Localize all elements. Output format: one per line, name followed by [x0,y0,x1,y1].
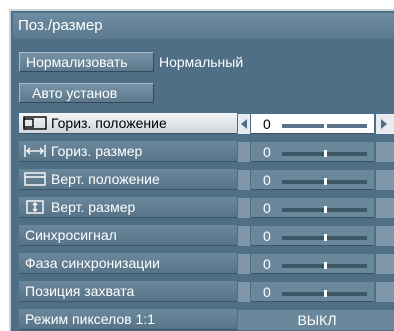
setting-value-slider[interactable]: 0 [251,170,374,190]
setting-value-slider[interactable]: 0 [251,142,374,162]
setting-row[interactable]: Гориз. положение 0 [11,112,394,135]
slider-track[interactable] [282,234,367,241]
vertical-position-icon [23,171,47,186]
setting-value: 0 [263,116,271,132]
slider-track[interactable] [282,290,367,297]
setting-value: 0 [263,144,271,160]
setting-value-slider[interactable]: 0 [251,114,374,134]
vertical-size-icon [23,199,47,214]
setting-label-text: Гориз. размер [51,143,143,159]
auto-setup-row: Авто установ [11,82,394,105]
increase-arrow-icon[interactable] [376,142,394,162]
slider-thumb[interactable] [324,150,327,157]
increase-arrow-icon[interactable] [376,114,394,134]
menu-title: Поз./размер [13,13,394,39]
decrease-arrow-icon[interactable] [238,226,250,246]
slider-track[interactable] [282,122,367,129]
auto-setup-button[interactable]: Авто установ [19,83,154,103]
decrease-arrow-icon[interactable] [238,170,250,190]
setting-value: 0 [263,256,271,272]
setting-row[interactable]: Фаза синхронизации 0 [11,252,394,275]
normalize-status: Нормальный [159,54,244,70]
pixel-mode-value[interactable]: ВЫКЛ [238,310,394,330]
triangle-left-icon [241,119,247,129]
setting-label-text: Позиция захвата [25,283,135,299]
setting-label[interactable]: Верт. размер [19,197,237,218]
pixel-mode-label[interactable]: Режим пикселов 1:1 [19,309,237,330]
increase-arrow-icon[interactable] [376,282,394,302]
slider-thumb[interactable] [324,290,327,297]
decrease-arrow-icon[interactable] [238,254,250,274]
setting-label-text: Синхросигнал [25,227,117,243]
horizontal-position-icon [23,115,47,130]
decrease-arrow-icon[interactable] [238,282,250,302]
setting-value-slider[interactable]: 0 [251,226,374,246]
slider-track[interactable] [282,262,367,269]
slider-track[interactable] [282,178,367,185]
slider-track[interactable] [282,150,367,157]
increase-arrow-icon[interactable] [376,226,394,246]
setting-row[interactable]: Синхросигнал 0 [11,224,394,247]
setting-label[interactable]: Гориз. положение [19,113,237,134]
increase-arrow-icon[interactable] [376,254,394,274]
setting-value: 0 [263,172,271,188]
setting-value-slider[interactable]: 0 [251,198,374,218]
setting-label[interactable]: Гориз. размер [19,141,237,162]
slider-thumb[interactable] [324,178,327,185]
position-size-menu: Поз./размер Нормализовать Нормальный Авт… [9,9,394,331]
setting-label-text: Верт. положение [51,171,160,187]
slider-track[interactable] [282,206,367,213]
setting-label-text: Гориз. положение [51,115,167,131]
triangle-right-icon [381,119,387,129]
setting-value-slider[interactable]: 0 [251,254,374,274]
horizontal-size-icon [23,143,47,157]
decrease-arrow-icon[interactable] [238,114,250,134]
setting-row[interactable]: Гориз. размер 0 [11,140,394,163]
setting-label[interactable]: Синхросигнал [19,225,237,246]
decrease-arrow-icon[interactable] [238,142,250,162]
setting-value-slider[interactable]: 0 [251,282,374,302]
increase-arrow-icon[interactable] [376,198,394,218]
normalize-row: Нормализовать Нормальный [11,51,394,74]
setting-row[interactable]: Верт. размер 0 [11,196,394,219]
slider-thumb[interactable] [324,262,327,269]
setting-label[interactable]: Фаза синхронизации [19,253,237,274]
setting-value: 0 [263,200,271,216]
slider-thumb[interactable] [324,206,327,213]
slider-thumb[interactable] [324,122,327,129]
setting-row[interactable]: Верт. положение 0 [11,168,394,191]
setting-label[interactable]: Позиция захвата [19,281,237,302]
setting-value: 0 [263,284,271,300]
setting-label-text: Верт. размер [51,199,136,215]
normalize-button[interactable]: Нормализовать [19,52,154,72]
setting-label-text: Фаза синхронизации [25,255,160,271]
setting-label[interactable]: Верт. положение [19,169,237,190]
increase-arrow-icon[interactable] [376,170,394,190]
slider-thumb[interactable] [324,234,327,241]
decrease-arrow-icon[interactable] [238,198,250,218]
pixel-mode-row[interactable]: Режим пикселов 1:1 ВЫКЛ [11,308,394,331]
setting-row[interactable]: Позиция захвата 0 [11,280,394,303]
setting-value: 0 [263,228,271,244]
